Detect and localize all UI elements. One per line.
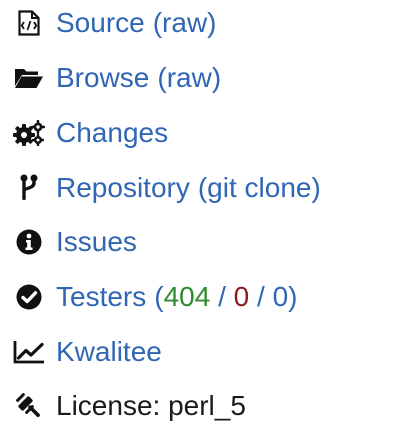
- gavel-icon: [8, 386, 50, 426]
- repository-link[interactable]: Repository: [56, 168, 190, 208]
- kwalitee-link[interactable]: Kwalitee: [56, 332, 162, 372]
- testers-separator: /: [249, 281, 273, 312]
- source-raw-link[interactable]: (raw): [153, 3, 217, 43]
- kwalitee-row: Kwalitee: [0, 332, 162, 372]
- license-text: License: perl_5: [56, 390, 246, 421]
- git-clone-link[interactable]: (git clone): [198, 168, 321, 208]
- testers-row: Testers ( 404 / 0 / 0 ): [0, 277, 297, 317]
- testers-open-paren: (: [154, 281, 164, 312]
- testers-close-paren: ): [288, 281, 298, 312]
- issues-link[interactable]: Issues: [56, 222, 137, 262]
- testers-link[interactable]: Testers: [56, 277, 146, 317]
- testers-separator: /: [210, 281, 234, 312]
- code-branch-icon: [8, 168, 50, 208]
- issues-row: Issues: [0, 222, 137, 262]
- check-circle-icon: [8, 277, 50, 317]
- folder-open-icon: [8, 58, 50, 98]
- gears-icon: [8, 113, 50, 153]
- repository-row: Repository (git clone): [0, 168, 321, 208]
- info-circle-icon: [8, 222, 50, 262]
- changes-row: Changes: [0, 113, 168, 153]
- license-row: License: perl_5: [0, 386, 246, 426]
- source-row: Source (raw): [0, 3, 216, 43]
- browse-link[interactable]: Browse: [56, 58, 149, 98]
- distribution-links-list: Source (raw) Browse (raw) Changes Reposi…: [0, 0, 397, 423]
- source-link[interactable]: Source: [56, 3, 145, 43]
- testers-fail-count[interactable]: 0: [234, 277, 250, 317]
- testers-pass-count[interactable]: 404: [164, 277, 211, 317]
- browse-raw-link[interactable]: (raw): [157, 58, 221, 98]
- line-chart-icon: [8, 332, 50, 372]
- browse-row: Browse (raw): [0, 58, 221, 98]
- testers-na-count[interactable]: 0: [273, 277, 289, 317]
- source-code-file-icon: [8, 3, 50, 43]
- changes-link[interactable]: Changes: [56, 113, 168, 153]
